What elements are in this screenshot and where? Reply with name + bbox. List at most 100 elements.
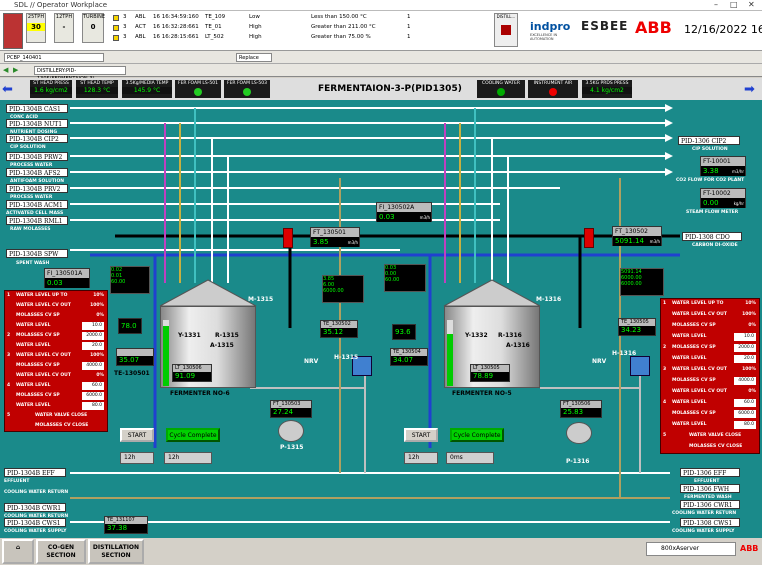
alarm-row[interactable]: 3 ACT 16 16:32:28:661 TE_01 High Greater… [113, 24, 493, 32]
forward-icon[interactable]: ▶ [13, 66, 18, 74]
pid-cooling-water-return[interactable]: PID-1304B CWR1 [4, 503, 66, 512]
pid-antifoam[interactable]: PID-1304B AFS2 [6, 168, 68, 177]
fermenter-5-level-bar [447, 320, 453, 386]
fermenter-5-label: FERMENTER NO-5 [452, 390, 512, 397]
pid-sub-label: RAW MOLASSES [10, 227, 51, 232]
maximize-icon[interactable]: □ [730, 0, 738, 9]
te-130502-meter: TE_130502 35.12 [320, 320, 358, 338]
distillery-button[interactable]: DISTILL... [494, 13, 518, 47]
toolbar: PCBP_140401 Replace [0, 51, 762, 64]
fermenter-5-start-button[interactable]: START [404, 428, 438, 442]
pid-cooling-water-return-out[interactable]: PID-1306 CWR1 [680, 500, 740, 509]
fermenter-6-start-button[interactable]: START [120, 428, 154, 442]
mini-controller-panel[interactable]: 0.02 0.01 60.00 [110, 266, 150, 294]
fermenter-6-time-2: 12h [164, 452, 212, 464]
alarm-bar: 25TPH 30 12TPH - TURBINE 0 3 ABL 16 16:3… [0, 11, 762, 51]
steam-flow-label: STEAM FLOW METER [686, 210, 739, 215]
pid-sub-label: CIP SOLUTION [692, 147, 728, 152]
flow-meter-icon [283, 228, 293, 248]
media-temp-box: 3.5Kg/MEDIA TEMP 145.9 °C [122, 80, 172, 98]
pid-process-water[interactable]: PID-1304B PRW2 [6, 152, 68, 161]
home-icon[interactable]: ⌂ [2, 539, 34, 564]
pid-sub-label: EFFLUENT [4, 479, 30, 484]
abb-small-logo: ABB [740, 544, 759, 553]
pid-conc-acid[interactable]: PID-1304B CAS1 [6, 104, 68, 113]
pid-sub-label: SPENT WASH [16, 261, 50, 266]
distillation-section-button[interactable]: DISTILLATION SECTION [88, 539, 144, 564]
status-light-icon [549, 88, 557, 96]
cogen-section-button[interactable]: CO-GEN SECTION [36, 539, 86, 564]
te-130504-meter: TE_130504 34.07 [390, 348, 428, 366]
pid-process-water-2[interactable]: PID-1304B PRV2 [6, 184, 68, 193]
fi-130502a-meter: FI_130502A 0.03 m3/h [376, 202, 432, 222]
status-box-25tph: 25TPH 30 [26, 13, 46, 43]
lt-130505-meter: LT_130505 78.89 [470, 364, 510, 382]
st-head-temp-box: ST HEAD TEMP 128.3 °C [76, 80, 118, 98]
process-display: ⬅ ➡ ST HEAD PRESS 1.6 kg/cm2 ST HEAD TEM… [0, 78, 762, 538]
pid-sub-label: COOLING WATER SUPPLY [4, 529, 67, 534]
indpro-logo: indpro EXCELLENCE IN AUTOMATION [530, 20, 571, 41]
control-valve-5[interactable]: 93.6 [392, 324, 416, 340]
alarm-list[interactable]: 3 ABL 16 16:34:59:160 TE_109 Low Less th… [113, 13, 493, 49]
pid-cip-solution[interactable]: PID-1304B CIP2 [6, 134, 68, 143]
alarm-row[interactable]: 3 ABL 16 16:34:59:160 TE_109 Low Less th… [113, 14, 493, 22]
pid-cooling-water-supply-out[interactable]: PID-1308 CWS1 [680, 518, 740, 527]
address-input[interactable]: DISTILLERY:PID-1305(FERMENTAION-3) [34, 66, 126, 82]
pid-carbon-dioxide[interactable]: PID-1308 CDO [682, 232, 742, 241]
close-icon[interactable]: ✕ [748, 0, 755, 9]
te-131107-meter: TE_131107 37.38 [104, 516, 148, 534]
te-130505-meter: TE_130505 34.23 [618, 318, 656, 336]
fermenter-6-time-1: 12h [120, 452, 154, 464]
bottom-nav: ⌂ CO-GEN SECTION DISTILLATION SECTION 80… [0, 538, 762, 565]
fer-foam-ls-501-box: FER FOAM LS-501 [175, 80, 221, 98]
pump-5-icon[interactable] [566, 422, 592, 444]
status-light-icon [243, 88, 251, 96]
mini-controller-panel[interactable]: 5091.14 6000.00 6000.00 [620, 268, 664, 296]
pid-raw-molasses[interactable]: PID-1304B RML1 [6, 216, 68, 225]
status-light-icon [194, 88, 202, 96]
pid-activated-cell-mass[interactable]: PID-1304B ACM1 [6, 200, 68, 209]
pump-6-icon[interactable] [278, 420, 304, 442]
screen-title: FERMENTAION-3-P(PID1305) [318, 84, 462, 94]
prds-press-box: 3.5KG PRDS PRESS 4.1 kg/cm2 [582, 80, 632, 98]
pid-spent-wash[interactable]: PID-1304B SPW [6, 249, 68, 258]
left-sequence-table: 1 WATER LEVEL UP TO 10% WATER LEVEL CV OUT… [4, 290, 108, 432]
mini-controller-panel[interactable]: 3.85 6.00 6000.00 [322, 275, 364, 303]
fermenter-5-status: Cycle Complete [450, 428, 504, 442]
ft-130503-meter: FT_130503 27.24 [270, 400, 312, 418]
right-sequence-table: 1 WATER LEVEL UP TO 10% WATER LEVEL CV OUT… [660, 298, 760, 454]
search-input[interactable]: PCBP_140401 [4, 53, 104, 62]
instrument-air-box: INSTRUMENT AIR [528, 80, 578, 98]
piping-diagram [70, 104, 680, 523]
pid-cooling-water-supply[interactable]: PID-1304B CWS1 [4, 518, 66, 527]
co2-flow-label: CO2 FLOW FOR CO2 PLANT [676, 178, 745, 183]
datetime: 12/16/2022 16:35 [684, 23, 762, 36]
fermenter-5-time-2: 0ms [446, 452, 494, 464]
control-valve-6[interactable]: 78.0 [118, 318, 142, 334]
replace-select[interactable]: Replace [236, 53, 272, 62]
pid-sub-label: COOLING WATER SUPPLY [672, 529, 735, 534]
ft-130501-meter: FT_130501 3.85 m3/h [310, 227, 360, 247]
fer-foam-ls-503-box: FER FOAM LS-503 [224, 80, 270, 98]
ft-130506-meter: FT_130506 25.83 [560, 400, 602, 418]
pid-sub-label: CARBON DI-OXIDE [692, 243, 738, 248]
st-head-press-box: ST HEAD PRESS 1.6 kg/cm2 [30, 80, 72, 98]
fermenter-6-level-bar [163, 320, 169, 386]
window-title: SDL // Operator Workplace [14, 1, 108, 9]
status-light-icon [497, 88, 505, 96]
fermenter-5-time-1: 12h [404, 452, 438, 464]
pid-sub-label: CIP SOLUTION [10, 145, 46, 150]
mini-controller-panel[interactable]: 0.03 0.00 60.00 [384, 264, 426, 292]
alarm-row[interactable]: 3 ABL 16 16:28:15:661 LT_502 High Greate… [113, 34, 493, 42]
pid-fermented-wash[interactable]: PID-1306 FWH [680, 484, 740, 493]
te-130501-meter: 35.07 [116, 348, 154, 366]
server-status[interactable]: 800xAserver [646, 542, 736, 556]
back-icon[interactable]: ◀ [3, 66, 8, 74]
pid-effluent-out[interactable]: PID-1306 EFF [680, 468, 740, 477]
pid-nutrient-dosing[interactable]: PID-1304B NUT1 [6, 119, 68, 128]
esbee-logo: ESBEE [581, 19, 629, 33]
minimize-icon[interactable]: – [714, 0, 718, 9]
window-titlebar: SDL // Operator Workplace – □ ✕ [0, 0, 762, 11]
pid-cip-solution-out[interactable]: PID-1306 CIP2 [678, 136, 740, 145]
pid-effluent[interactable]: PID-1304B EFF [4, 468, 66, 477]
